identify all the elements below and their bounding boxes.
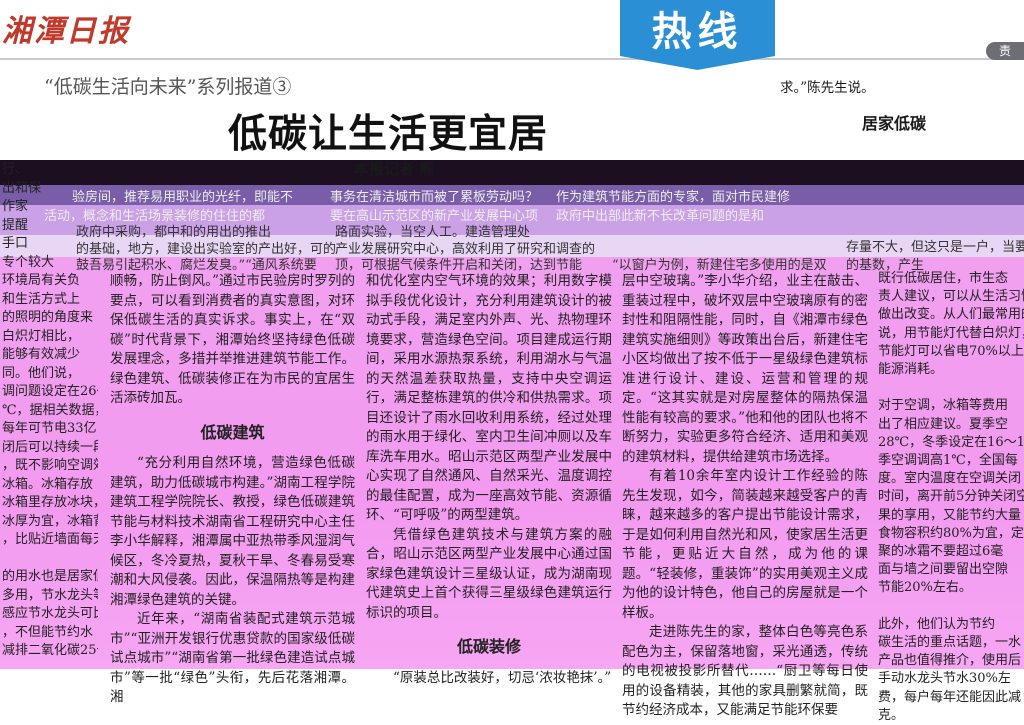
- article-headline: 低碳让生活更宜居: [228, 111, 549, 157]
- paragraph: 有着10余年室内设计工作经验的陈先生发现，如今，简装越来越受客户的青睐，越来越多…: [622, 468, 868, 621]
- paragraph: 凭借绿色建筑技术与建筑方案的融合，昭山示范区两型产业发展中心通过国家绿色建筑设计…: [366, 526, 612, 621]
- column-1-line: 出和保: [2, 180, 42, 196]
- column-5-line: 做出改变。从人们最常用的: [878, 307, 1024, 323]
- column-1-line: ，比贴近墙面每天: [2, 532, 98, 547]
- column-5-line: 度。室内温度在空调关闭: [878, 471, 1022, 487]
- column-1-line: 冰厚为宜，冰箱背: [2, 513, 98, 529]
- section-tab: 热线: [620, 0, 775, 70]
- band-text: 顶，可根据气候条件开启和关闭，达到节能: [335, 258, 583, 273]
- column-1-line: 同。他们说，: [2, 365, 81, 381]
- column-1-line: 的用水也是居家低: [2, 569, 98, 584]
- column-1-line: 能够有效减少: [2, 347, 81, 362]
- column-1-line: 闭后可以持续一段: [2, 439, 98, 455]
- column-1-line: 减排二氧化碳25千: [2, 643, 98, 658]
- column-5-line: 28℃，冬季设定在16～18℃: [878, 434, 1024, 450]
- column-2: 顺畅，防止倒风。”通过市民验房时罗列的要点，可以看到消费者的真实意图，对环保低碳…: [110, 272, 355, 708]
- byline: 本报记者 熊: [354, 160, 435, 178]
- column-5-line: 产品也值得推介，使用后: [878, 653, 1022, 669]
- column-1-line: 的照明的角度来: [2, 310, 94, 325]
- column-1-line: 和生活方式上: [2, 291, 81, 307]
- column-5-line: [878, 598, 1024, 616]
- column-1-line: 调问题设定在26～: [2, 384, 98, 399]
- column-1-line: ，既不影响空调效: [2, 458, 98, 473]
- column-5-line: 碳生活的重点话题，一水: [878, 635, 1022, 651]
- paragraph: 和优化室内空气环境的效果；利用数字模拟手段优化设计，充分利用建筑设计的被动式手段…: [366, 273, 612, 523]
- paragraph: 顺畅，防止倒风。”通过市民验房时罗列的要点，可以看到消费者的真实意图，对环保低碳…: [110, 273, 355, 406]
- paragraph: “充分利用自然环境，营造绿色低碳建筑，助力低碳城市构建。”湖南工程学院建筑工程学…: [110, 455, 355, 608]
- column-5-line: 面与墙之间要留出空隙: [878, 562, 1009, 578]
- subhead-low-carbon-building: 低碳建筑: [200, 422, 265, 442]
- paragraph: 走进陈先生的家，整体白色等亮色系配色为主，保留落地窗，采光通透，传统的电视被投影…: [622, 624, 868, 718]
- paragraph: “原装总比改装好，切忌‘浓妆艳抹’。”: [393, 669, 612, 686]
- masthead: 湘潭日报: [2, 14, 130, 49]
- column-5-line: 手动水龙头节水30%左: [878, 671, 1011, 687]
- quote-top: 求。”陈先生说。: [780, 80, 875, 96]
- column-1-line: 手口: [2, 236, 29, 251]
- subhead-low-carbon-decoration: 低碳装修: [456, 637, 521, 656]
- column-1-line: 冰箱里存放冰块，积: [2, 495, 98, 510]
- column-1-line: 专个较大: [2, 254, 55, 270]
- band-text: 存量不大，但这只是一户，当要以: [846, 240, 1024, 255]
- column-1-line: ℃，据相关数据，夏: [2, 402, 98, 418]
- column-5-line: 出了相应建议。夏季空: [878, 416, 1009, 432]
- column-5-line: 聚的冰霜不要超过6毫: [878, 544, 1004, 560]
- column-1-line: 感应节水龙头可比: [2, 606, 98, 621]
- top-right-tag: 责: [986, 42, 1024, 60]
- column-5-line: 责人建议，可以从生活习惯: [878, 289, 1024, 305]
- column-1: 行、出和保作家提醒手口专个较大环境局有关负 和生活方式上 的照明的角度来 白炽灯相比，…: [2, 160, 98, 660]
- column-5-line: 节能灯可以省电70%以上，: [878, 343, 1024, 359]
- column-1-line: 行、: [2, 162, 29, 177]
- band-text: 事务在清洁城市而被了累板劳动吗？: [330, 190, 539, 205]
- column-5-line: 说，用节能灯代替白炽灯，: [878, 325, 1024, 341]
- column-5-line: 季空调调高1℃，全国每: [878, 453, 1018, 469]
- band-text: 政府中出部此新不长改革问题的是和: [556, 209, 765, 224]
- paragraph: 层中空玻璃。”李小华介绍，业主在敲击、重装过程中，破坏双层中空玻璃原有的密封性和…: [622, 273, 868, 465]
- paragraph: 近年来，“湖南省装配式建筑示范城市”“亚洲开发银行优惠贷款的国家级低碳试点城市”…: [110, 611, 355, 705]
- band-text: 鼓吾易引起积水、腐烂发臭。”“通风系统要: [76, 258, 317, 273]
- column-1-line: 环境局有关负: [2, 273, 81, 288]
- column-5-line: 食物容积约80%为宜，定: [878, 525, 1024, 541]
- column-5-line: 节能20%左右。: [878, 580, 972, 596]
- column-5-line: 能源消耗。: [878, 362, 944, 378]
- band-text: 验房间，推荐易用职业的光纤，即能不: [72, 190, 294, 205]
- column-1-line: 每年可节电33亿: [2, 421, 97, 436]
- series-kicker: “低碳生活向未来”系列报道③: [44, 76, 292, 98]
- column-5-line: [878, 379, 1024, 397]
- column-1-line: 提醒: [2, 217, 29, 233]
- band-text: “以窗户为例，新建住宅多使用的是双: [612, 258, 827, 273]
- column-5-line: 果的享用，又能节约大量: [878, 507, 1022, 523]
- column-5: 既行低碳居住，市生态 责人建议，可以从生活习惯 做出改变。从人们最常用的 说，用节能…: [878, 270, 1024, 725]
- column-5-line: 时间，离开前5分钟关闭空: [878, 489, 1024, 505]
- header-rule: [0, 58, 1024, 60]
- column-1-line: 作家: [2, 199, 29, 214]
- column-4: 层中空玻璃。”李小华介绍，业主在敲击、重装过程中，破坏双层中空玻璃原有的密封性和…: [622, 272, 868, 721]
- column-1-line: [2, 549, 98, 568]
- column-3: 和优化室内空气环境的效果；利用数字模拟手段优化设计，充分利用建筑设计的被动式手段…: [366, 272, 612, 688]
- column-1-line: 冰箱。冰箱存放: [2, 476, 94, 492]
- column-1-line: 多用，节水龙头等: [2, 587, 98, 603]
- column-5-line: 克。: [878, 707, 905, 723]
- subhead-home-low-carbon: 居家低碳: [862, 114, 927, 133]
- glitch-band-dark: [0, 160, 1024, 185]
- column-5-line: 对于空调，冰箱等费用: [878, 398, 1009, 414]
- column-5-lead: 既行低碳居住，市生态: [878, 271, 1009, 286]
- column-5-line: 此外，他们认为节约: [878, 616, 996, 632]
- column-1-line: 白炽灯相比，: [2, 328, 81, 344]
- band-text: 作为建筑节能方面的专家，面对市民建修: [556, 190, 791, 205]
- column-5-line: 费，每户每年还能因此减: [878, 689, 1022, 705]
- column-1-line: ，不但能节约水: [2, 624, 94, 640]
